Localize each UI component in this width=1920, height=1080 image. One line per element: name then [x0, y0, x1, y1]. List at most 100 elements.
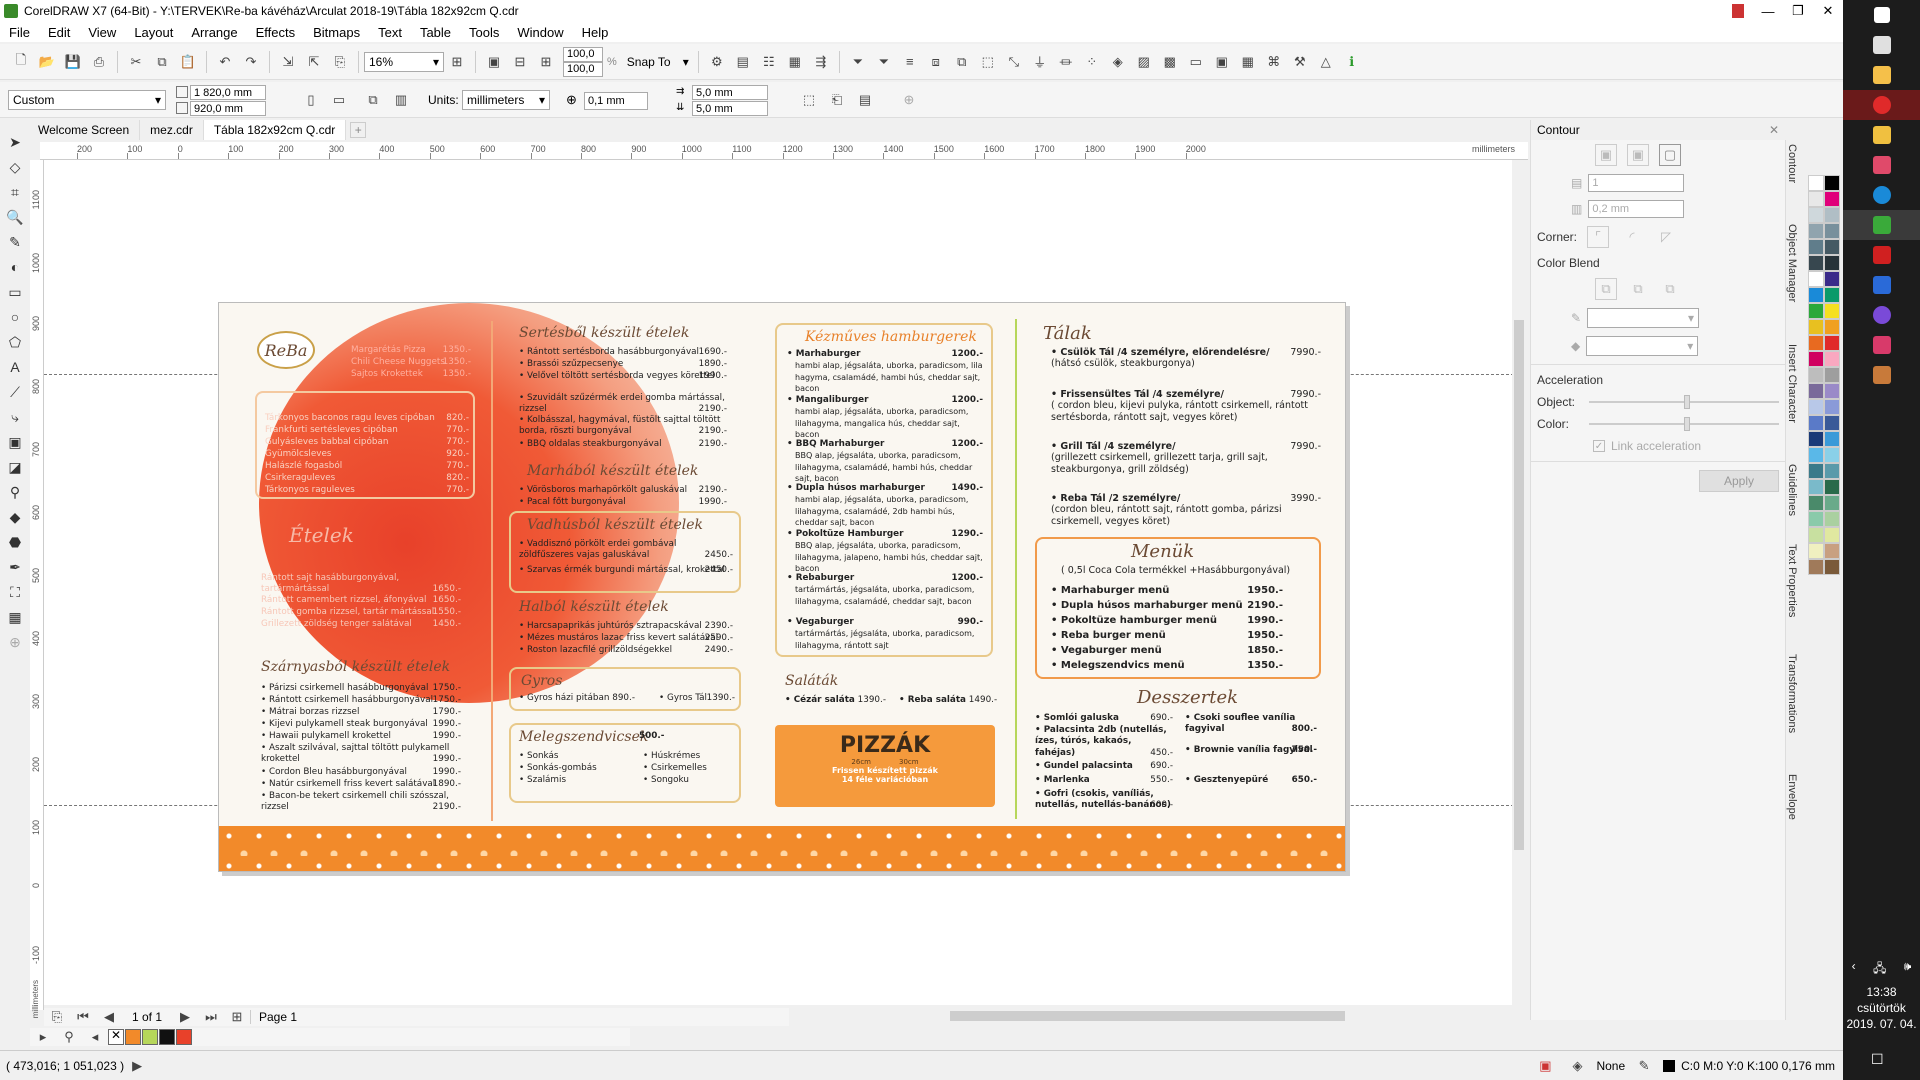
treat-as-filled-icon[interactable]: ⬚ [798, 89, 820, 111]
application-launcher-icon[interactable]: ▤ [732, 51, 754, 73]
tray-chevron-icon[interactable]: ‹ [1852, 959, 1856, 980]
palette-swatch[interactable] [1824, 399, 1840, 415]
palette-swatch[interactable] [1808, 255, 1824, 271]
crop-tool-icon[interactable]: ⌗ [4, 181, 26, 203]
page-options-icon[interactable]: ⎘ [46, 1006, 68, 1028]
nudge-distance-field[interactable]: 0,1 mm [584, 92, 648, 110]
palette-swatch[interactable] [1824, 207, 1840, 223]
shape-tool-icon[interactable]: ◇ [4, 156, 26, 178]
color-eyedropper-icon[interactable]: ⚲ [4, 481, 26, 503]
vertical-ruler[interactable]: 1100 1000 900 800 700 600 500 400 300 200 100 0 -100… [30, 160, 44, 1018]
tool-9-icon[interactable]: ⁘ [1081, 51, 1103, 73]
current-page-icon[interactable]: ▥ [390, 89, 412, 111]
units-select[interactable]: millimeters ▾ [462, 90, 550, 110]
filter-icon[interactable]: ⏷ [847, 51, 869, 73]
palette-swatch[interactable] [1808, 479, 1824, 495]
tool-17-icon[interactable]: ⚒ [1289, 51, 1311, 73]
palette-swatch[interactable] [1824, 463, 1840, 479]
paste-icon[interactable]: 📋 [177, 51, 199, 73]
tab-transformations[interactable]: Transformations [1786, 650, 1798, 770]
rectangle-tool-icon[interactable]: ▭ [4, 281, 26, 303]
page-size-preset-select[interactable]: Custom ▾ [8, 90, 166, 110]
palette-swatch[interactable] [1808, 431, 1824, 447]
menu-help[interactable]: Help [573, 25, 618, 40]
menu-effects[interactable]: Effects [247, 25, 305, 40]
tab-object-manager[interactable]: Object Manager [1786, 220, 1798, 340]
copy-icon[interactable]: ⧉ [151, 51, 173, 73]
palette-swatch[interactable] [1824, 367, 1840, 383]
clockwise-blend-icon[interactable]: ⧉ [1627, 278, 1649, 300]
contour-inside-icon[interactable]: ▣ [1627, 144, 1649, 166]
vertical-scrollbar[interactable] [1512, 160, 1526, 1005]
interactive-fill-icon[interactable]: ◆ [4, 506, 26, 528]
palette-swatch[interactable] [1808, 239, 1824, 255]
align-icon[interactable]: ⇶ [810, 51, 832, 73]
full-screen-icon[interactable]: ▣ [483, 51, 505, 73]
volume-icon[interactable]: 🕪 [1904, 959, 1912, 980]
network-icon[interactable]: 🖧 [1873, 959, 1886, 980]
menu-layout[interactable]: Layout [125, 25, 182, 40]
palette-swatch[interactable] [1808, 463, 1824, 479]
calculator-icon[interactable] [1843, 30, 1920, 60]
transparency-tool-icon[interactable]: ◪ [4, 456, 26, 478]
palette-swatch[interactable] [1824, 495, 1840, 511]
palette-swatch[interactable] [1808, 319, 1824, 335]
system-clock[interactable]: 13:38 csütörtök 2019. 07. 04. [1843, 984, 1920, 1032]
docker-close-icon[interactable]: ✕ [1769, 123, 1785, 137]
palette-swatch[interactable] [1824, 319, 1840, 335]
duplicate-x-field[interactable]: 5,0 mm [692, 85, 768, 100]
outline-pen-icon[interactable]: ✒ [4, 556, 26, 578]
palette-eyedropper-icon[interactable]: ⚲ [58, 1026, 80, 1048]
first-page-icon[interactable]: ⏮ [72, 1006, 94, 1028]
drop-shadow-icon[interactable]: ▣ [4, 431, 26, 453]
palette-swatch[interactable] [1808, 367, 1824, 383]
show-rulers-icon[interactable]: ⊟ [509, 51, 531, 73]
tab-guidelines[interactable]: Guidelines [1786, 460, 1798, 540]
import-icon[interactable]: ⇲ [277, 51, 299, 73]
palette-swatch[interactable] [1824, 559, 1840, 575]
palette-swatch[interactable] [1824, 287, 1840, 303]
tab-text-properties[interactable]: Text Properties [1786, 540, 1798, 650]
freehand-tool-icon[interactable]: ✎ [4, 231, 26, 253]
prev-page-icon[interactable]: ◀ [98, 1006, 120, 1028]
tool-4-icon[interactable]: ⧉ [951, 51, 973, 73]
ellipse-tool-icon[interactable]: ○ [4, 306, 26, 328]
tool-18-icon[interactable]: △ [1315, 51, 1337, 73]
offset-field[interactable]: 0,2 mm [1588, 200, 1685, 218]
tab-tabla-cdr[interactable]: Tábla 182x92cm Q.cdr [203, 120, 347, 140]
tool-12-icon[interactable]: ▩ [1159, 51, 1181, 73]
open-icon[interactable]: 📂 [36, 51, 58, 73]
palette-arrow-icon[interactable]: ▸ [32, 1026, 54, 1048]
info-icon[interactable]: ℹ [1341, 51, 1363, 73]
apply-button[interactable]: Apply [1699, 470, 1779, 492]
save-icon[interactable]: 💾 [62, 51, 84, 73]
windows-start-icon[interactable] [1843, 0, 1920, 30]
show-grid-icon[interactable]: ⊞ [535, 51, 557, 73]
add-tool-icon[interactable]: ⊕ [4, 631, 26, 653]
scale-y-field[interactable]: 100,0 [563, 61, 603, 77]
portrait-icon[interactable]: ▯ [300, 89, 322, 111]
store-icon[interactable] [1843, 150, 1920, 180]
page-tab[interactable]: Page 1 [250, 1010, 305, 1024]
swatch-orange[interactable] [125, 1029, 141, 1045]
palette-swatch[interactable] [1808, 271, 1824, 287]
swatch-green[interactable] [142, 1029, 158, 1045]
palette-swatch[interactable] [1824, 431, 1840, 447]
color-proof-icon[interactable]: ▣ [1534, 1055, 1556, 1077]
duplicate-y-field[interactable]: 5,0 mm [692, 101, 768, 116]
palette-swatch[interactable] [1808, 223, 1824, 239]
print-icon[interactable]: ⎙ [88, 51, 110, 73]
linear-blend-icon[interactable]: ⧉ [1595, 278, 1617, 300]
palette-swatch[interactable] [1824, 255, 1840, 271]
connector-tool-icon[interactable]: ⤷ [4, 406, 26, 428]
restore-button[interactable]: ❐ [1783, 0, 1813, 22]
menu-bitmaps[interactable]: Bitmaps [304, 25, 369, 40]
palette-swatch[interactable] [1824, 447, 1840, 463]
next-page-icon[interactable]: ▶ [174, 1006, 196, 1028]
landscape-icon[interactable]: ▭ [328, 89, 350, 111]
tab-contour[interactable]: Contour [1786, 140, 1798, 220]
new-tab-button[interactable]: + [350, 122, 367, 138]
horizontal-ruler[interactable]: 200 100 0 100 200 300 400 500 600 700 800 900 1000 11… [40, 142, 1528, 160]
palette-swatch[interactable] [1824, 479, 1840, 495]
smart-fill-icon[interactable]: ◐ [4, 256, 26, 278]
